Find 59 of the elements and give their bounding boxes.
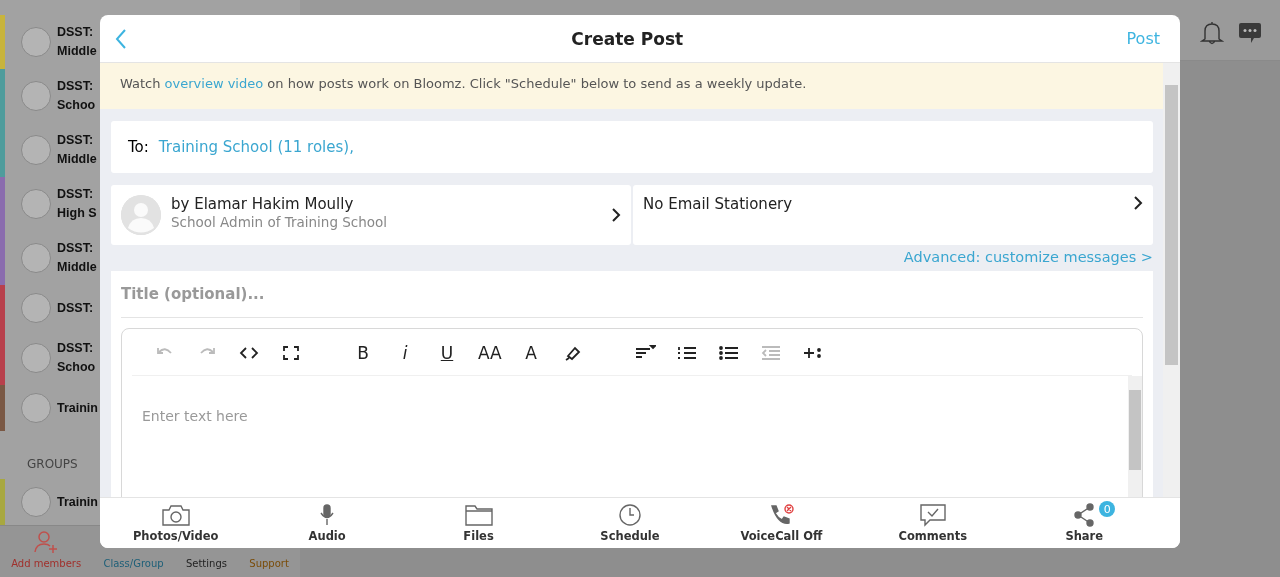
files-button[interactable]: Files: [402, 498, 555, 548]
author-name: by Elamar Hakim Moully: [171, 195, 355, 213]
bullet-list-icon[interactable]: [718, 343, 740, 363]
fontcolor-button[interactable]: A: [520, 343, 542, 363]
sidebar-item-label: Middle: [57, 259, 97, 276]
author-card[interactable]: by Elamar Hakim Moully School Admin of Training School: [111, 185, 631, 245]
voicecall-button[interactable]: VoiceCall Off: [705, 498, 858, 548]
avatar-icon: [21, 393, 51, 423]
stationery-card[interactable]: No Email Stationery: [633, 185, 1153, 245]
photo-button[interactable]: Photos/Video: [100, 498, 252, 548]
share-button[interactable]: Share 0: [1008, 498, 1160, 548]
sidebar-item-label: DSST:: [57, 340, 95, 357]
avatar-icon: [21, 343, 51, 373]
avatar-icon: [21, 189, 51, 219]
chat-icon[interactable]: [1238, 21, 1262, 45]
author-role: School Admin of Training School: [171, 214, 389, 230]
person-add-icon: [33, 530, 60, 554]
fontsize-button[interactable]: AA: [478, 343, 500, 363]
sidebar-item-label: DSST:: [57, 299, 94, 317]
avatar-icon: [21, 27, 51, 57]
sidebar-item-label: Trainin: [57, 493, 98, 511]
chevron-right-icon: [611, 207, 621, 223]
bell-icon[interactable]: [1200, 20, 1224, 46]
stationery-label: No Email Stationery: [643, 195, 794, 213]
sidebar-item-label: DSST:: [57, 132, 95, 149]
dialog-title: Create Post: [571, 28, 684, 49]
avatar-icon: [21, 243, 51, 273]
audio-button[interactable]: Audio: [251, 498, 403, 548]
sidebar-item-label: High S: [57, 205, 97, 222]
sidebar-item-label: Schoo: [57, 97, 96, 114]
bold-button[interactable]: B: [352, 343, 374, 363]
avatar-icon: [21, 135, 51, 165]
to-label: To:: [128, 138, 149, 156]
avatar-icon: [21, 293, 51, 323]
sidebar-item-label: Middle: [57, 151, 97, 168]
notice-text: Watch overview video on how posts work on Bloomz. Click "Schedule" below to send as a weekly update.: [100, 63, 1163, 109]
sidebar-item-label: DSST:: [57, 186, 95, 203]
chevron-right-icon: [1133, 195, 1143, 211]
sidebar-item-label: Schoo: [57, 359, 96, 376]
groups-heading: GROUPS: [26, 456, 79, 473]
comments-button[interactable]: Comments: [857, 498, 1009, 548]
folder-icon: [463, 503, 494, 527]
scrollbar-thumb[interactable]: [1165, 85, 1178, 365]
sidebar-item-label: Trainin: [57, 399, 98, 417]
italic-button[interactable]: i: [394, 343, 416, 363]
nav-link[interactable]: Settings: [185, 558, 227, 569]
fullscreen-icon[interactable]: [280, 343, 302, 363]
schedule-button[interactable]: Schedule: [554, 498, 706, 548]
avatar-icon: [21, 81, 51, 111]
camera-icon: [160, 503, 191, 527]
comment-icon: [917, 503, 948, 527]
sidebar-item-label: DSST:: [57, 78, 95, 95]
underline-button[interactable]: U: [436, 343, 458, 363]
scrollbar-thumb[interactable]: [1129, 390, 1141, 470]
sidebar-item-label: DSST:: [57, 24, 95, 41]
sidebar-item-label: DSST:: [57, 240, 95, 257]
sidebar-item-label: Middle: [57, 43, 97, 60]
count-badge: 0: [1099, 501, 1116, 517]
avatar-icon: [21, 487, 51, 517]
